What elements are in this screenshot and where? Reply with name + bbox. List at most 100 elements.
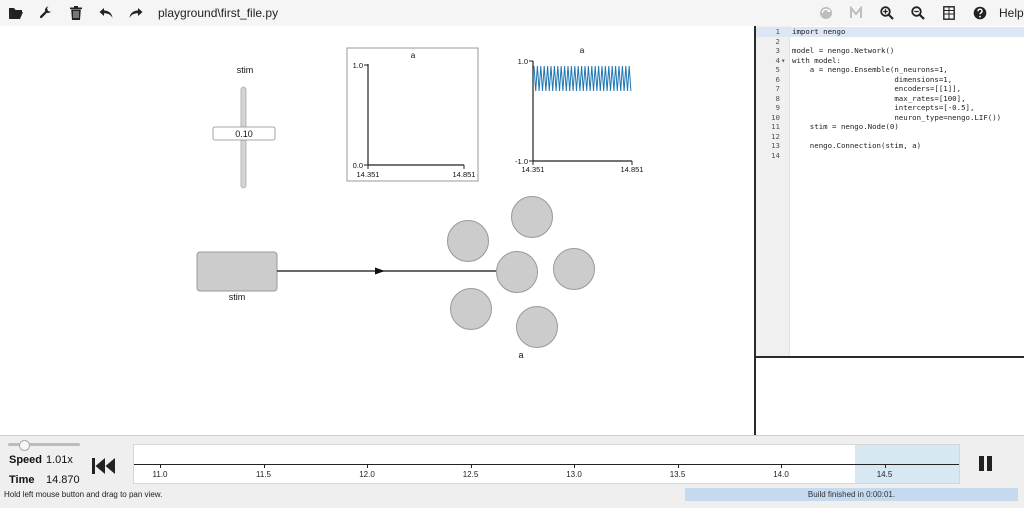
graph-icon[interactable] (847, 4, 865, 22)
trash-icon[interactable] (67, 4, 85, 22)
network-canvas[interactable]: stim 0.10 a 1.0 0.0 14.351 14.851 a 1.0 … (0, 26, 756, 435)
timeline-tick (574, 464, 575, 468)
code-text: nengo.Connection(stim, a) (792, 141, 922, 150)
line-number: 5 (775, 65, 780, 74)
code-line[interactable]: 12 (756, 132, 1024, 142)
line-number: 4 (775, 55, 780, 65)
ensemble-label: a (518, 350, 523, 360)
file-path: playground\first_file.py (158, 6, 279, 20)
ensemble-neuron (450, 288, 492, 330)
timeline-tick-label: 12.5 (462, 470, 479, 479)
spike-plot-title: a (580, 45, 585, 55)
ensemble-neuron (553, 248, 595, 290)
line-number: 3 (775, 46, 780, 55)
ensemble-neuron (511, 196, 553, 238)
code-line[interactable]: 3 model = nengo.Network() (756, 46, 1024, 56)
timeline-tick-label: 12.0 (359, 470, 375, 479)
open-folder-icon[interactable] (7, 4, 25, 22)
value-plot-ymax: 1.0 (353, 61, 363, 70)
code-line[interactable]: 1 import nengo (756, 27, 1024, 37)
slider-title: stim (237, 65, 254, 75)
sim-control-bar: Speed 1.01x Time 14.870 11.0 11.5 12.0 12.5… (0, 435, 1024, 508)
code-text: intercepts=[-0.5], (792, 103, 975, 112)
spike-plot-xmax: 14.851 (621, 165, 644, 174)
redo-icon[interactable] (127, 4, 145, 22)
pause-button[interactable] (979, 456, 993, 474)
line-number: 13 (771, 141, 780, 150)
timeline-tick (160, 464, 161, 468)
fold-toggle[interactable]: ▾ (781, 56, 785, 66)
toolbar: playground\first_file.py Help (0, 0, 1024, 27)
ensemble-a[interactable] (447, 196, 595, 348)
code-line[interactable]: 11 stim = nengo.Node(0) (756, 122, 1024, 132)
code-text: dimensions=1, (792, 74, 953, 84)
spike-plot-trace (533, 65, 632, 92)
timeline-tick (781, 464, 782, 468)
value-plot-ymin: 0.0 (353, 161, 363, 170)
code-line[interactable]: 7 encoders=[[1]], (756, 84, 1024, 94)
editor-toggle-icon[interactable] (940, 4, 958, 22)
zoom-out-icon[interactable] (909, 4, 927, 22)
line-number: 12 (771, 131, 780, 141)
ensemble-neuron (516, 306, 558, 348)
timeline-tick-label: 14.5 (876, 470, 893, 479)
line-number: 8 (775, 93, 780, 103)
value-plot-xmin: 14.351 (357, 170, 380, 179)
speed-slider-thumb[interactable] (19, 440, 30, 451)
skip-back-icon (92, 458, 115, 474)
code-text: with model: (792, 55, 841, 65)
timeline-tick-label: 14.0 (773, 470, 789, 479)
code-text: import nengo (792, 27, 846, 36)
spike-plot-ymax: 1.0 (518, 57, 528, 66)
help-icon[interactable] (971, 4, 989, 22)
stim-node[interactable] (196, 251, 278, 292)
line-number: 6 (775, 74, 780, 84)
time-label: Time (9, 474, 35, 486)
reset-simulation-button[interactable] (92, 457, 116, 475)
code-line[interactable]: 4 ▾ with model: (756, 56, 1024, 66)
timeline-tick-label: 13.0 (566, 470, 582, 479)
code-text: model = nengo.Network() (792, 46, 895, 55)
code-line[interactable]: 6 dimensions=1, (756, 75, 1024, 85)
help-link[interactable]: Help (999, 6, 1024, 20)
code-text: stim = nengo.Node(0) (792, 122, 899, 131)
timeline-tick (470, 464, 472, 468)
speed-value: 1.01x (46, 454, 73, 466)
code-line[interactable]: 13 nengo.Connection(stim, a) (756, 141, 1024, 151)
undo-icon[interactable] (97, 4, 115, 22)
timeline-tick-label: 11.5 (256, 470, 271, 479)
spike-plot-xmin: 14.351 (522, 165, 545, 174)
build-status: Build finished in 0:00:01. (685, 488, 1018, 501)
code-editor[interactable]: 1 import nengo 2 3 model = nengo.Network() 4 ▾… (756, 26, 1024, 358)
timeline[interactable]: 11.0 11.5 12.0 12.5 13.0 13.5 14.0 14.5 (133, 444, 960, 484)
line-number: 7 (775, 84, 780, 93)
timeline-tick-label: 11.0 (152, 470, 168, 479)
code-text: neuron_type=nengo.LIF()) (792, 112, 1002, 122)
speed-label: Speed (9, 454, 43, 466)
code-line[interactable]: 10 neuron_type=nengo.LIF()) (756, 113, 1024, 123)
zoom-in-icon[interactable] (878, 4, 896, 22)
timeline-tick (884, 464, 886, 468)
value-plot-frame[interactable] (346, 47, 479, 182)
slider-value: 0.10 (235, 129, 253, 139)
timeline-tick (367, 464, 368, 468)
ensemble-neuron (496, 251, 538, 293)
connection-arrowhead (375, 267, 385, 275)
code-line[interactable]: 5 a = nengo.Ensemble(n_neurons=1, (756, 65, 1024, 75)
code-text: max_rates=[100], (792, 93, 966, 103)
console-panel (756, 358, 1024, 435)
code-line[interactable]: 9 intercepts=[-0.5], (756, 103, 1024, 113)
line-number: 2 (775, 36, 780, 46)
code-line[interactable]: 2 (756, 37, 1024, 47)
timeline-axis (134, 464, 959, 465)
code-line[interactable]: 14 (756, 151, 1024, 161)
ensemble-neuron (447, 220, 489, 262)
wrench-icon[interactable] (37, 4, 55, 22)
timeline-tick-label: 13.5 (669, 470, 686, 479)
line-number: 11 (771, 122, 780, 131)
timeline-tick (677, 464, 679, 468)
sync-icon[interactable] (817, 4, 835, 22)
status-hint: Hold left mouse button and drag to pan v… (4, 490, 163, 499)
line-number: 1 (775, 27, 780, 36)
code-line[interactable]: 8 max_rates=[100], (756, 94, 1024, 104)
